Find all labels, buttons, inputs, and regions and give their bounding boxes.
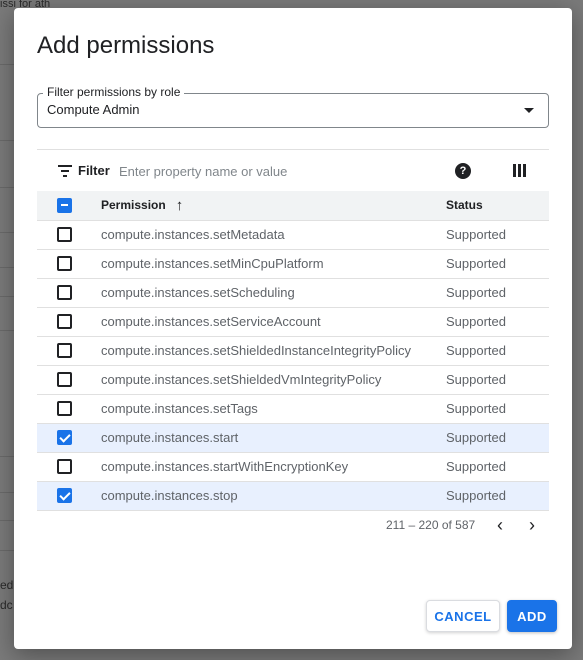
permission-name: compute.instances.setTags (101, 394, 446, 424)
background-divider (0, 492, 14, 493)
background-divider (0, 187, 14, 188)
background-text: ed (0, 578, 14, 592)
row-checkbox[interactable] (57, 372, 72, 387)
permission-status: Supported (446, 452, 549, 482)
row-checkbox[interactable] (57, 256, 72, 271)
permission-name: compute.instances.setShieldedVmIntegrity… (101, 365, 446, 395)
filter-input[interactable] (119, 160, 439, 182)
permission-status: Supported (446, 249, 549, 279)
permission-status: Supported (446, 307, 549, 337)
background-divider (0, 267, 14, 268)
role-filter-label: Filter permissions by role (43, 85, 185, 99)
permission-name: compute.instances.setScheduling (101, 278, 446, 308)
permissions-table: Permission ↑ Status compute.instances.set… (37, 191, 549, 511)
row-checkbox[interactable] (57, 430, 72, 445)
table-row[interactable]: compute.instances.setShieldedInstanceInt… (37, 336, 549, 366)
background-divider (0, 330, 14, 331)
row-checkbox[interactable] (57, 227, 72, 242)
filter-label[interactable]: Filter (78, 163, 110, 178)
help-icon[interactable]: ? (455, 163, 471, 179)
page-range: 211 – 220 of 587 (386, 518, 476, 532)
role-filter-select[interactable]: Filter permissions by role Compute Admin (37, 85, 549, 128)
permission-name: compute.instances.start (101, 423, 446, 453)
row-checkbox[interactable] (57, 343, 72, 358)
table-row[interactable]: compute.instances.setShieldedVmIntegrity… (37, 365, 549, 395)
table-row[interactable]: compute.instances.setMetadata Supported (37, 220, 549, 250)
permission-status: Supported (446, 336, 549, 366)
chevron-right-icon[interactable]: › (522, 516, 542, 536)
background-divider (0, 520, 14, 521)
table-row[interactable]: compute.instances.start Supported (37, 423, 549, 453)
permission-status: Supported (446, 481, 549, 511)
table-row[interactable]: compute.instances.setServiceAccount Suppo… (37, 307, 549, 337)
table-filter-bar: Filter ? (37, 149, 549, 191)
background-divider (0, 140, 14, 141)
table-row[interactable]: compute.instances.stop Supported (37, 481, 549, 511)
table-row[interactable]: compute.instances.setScheduling Supported (37, 278, 549, 308)
permission-column-header[interactable]: Permission ↑ (101, 191, 446, 221)
permission-status: Supported (446, 220, 549, 250)
background-divider (0, 232, 14, 233)
add-permissions-dialog: Add permissions Filter permissions by ro… (14, 8, 572, 649)
permission-header-label: Permission (101, 197, 166, 212)
table-row[interactable]: compute.instances.setMinCpuPlatform Suppo… (37, 249, 549, 279)
row-checkbox[interactable] (57, 314, 72, 329)
status-column-header: Status (446, 191, 549, 221)
permission-name: compute.instances.setMetadata (101, 220, 446, 250)
table-row[interactable]: compute.instances.startWithEncryptionKey… (37, 452, 549, 482)
cancel-button[interactable]: CANCEL (426, 600, 500, 632)
chevron-left-icon[interactable]: ‹ (490, 516, 510, 536)
permission-status: Supported (446, 278, 549, 308)
status-header-label: Status (446, 198, 483, 213)
permission-name: compute.instances.setServiceAccount (101, 307, 446, 337)
background-divider (0, 550, 14, 551)
table-header-row: Permission ↑ Status (37, 191, 549, 221)
pagination: 211 – 220 of 587 ‹ › (386, 516, 546, 536)
background-text: dc (0, 598, 13, 612)
dialog-title: Add permissions (37, 32, 215, 59)
filter-icon[interactable] (58, 165, 72, 177)
permission-name: compute.instances.stop (101, 481, 446, 511)
permission-status: Supported (446, 423, 549, 453)
table-row[interactable]: compute.instances.setTags Supported (37, 394, 549, 424)
sort-ascending-icon[interactable]: ↑ (176, 197, 184, 214)
add-button[interactable]: ADD (507, 600, 557, 632)
chevron-down-icon[interactable] (524, 108, 534, 113)
row-checkbox[interactable] (57, 401, 72, 416)
row-checkbox[interactable] (57, 488, 72, 503)
select-all-checkbox[interactable] (57, 197, 72, 213)
row-checkbox[interactable] (57, 285, 72, 300)
permission-name: compute.instances.setShieldedInstanceInt… (101, 336, 446, 366)
background-text: issi for ath (0, 0, 51, 8)
permission-name: compute.instances.startWithEncryptionKey (101, 452, 446, 482)
column-display-icon[interactable] (513, 164, 527, 177)
row-checkbox[interactable] (57, 459, 72, 474)
permission-status: Supported (446, 365, 549, 395)
background-divider (0, 296, 14, 297)
permission-status: Supported (446, 394, 549, 424)
background-divider (0, 456, 14, 457)
role-filter-value: Compute Admin (47, 102, 140, 117)
background-divider (0, 64, 14, 65)
permission-name: compute.instances.setMinCpuPlatform (101, 249, 446, 279)
